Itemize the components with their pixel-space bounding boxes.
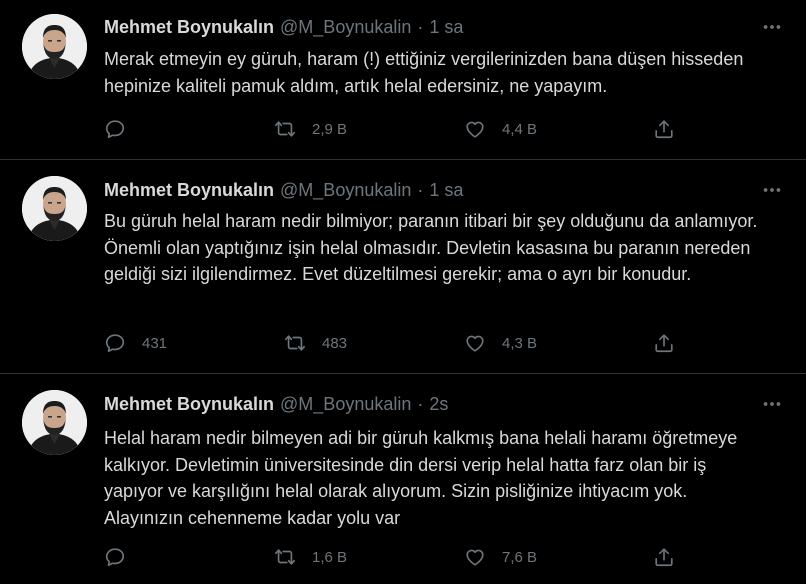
reply-icon xyxy=(104,332,126,354)
like-icon xyxy=(464,118,486,140)
tweet-text: Merak etmeyin ey güruh, haram (!) ettiği… xyxy=(104,49,744,96)
tweet-actions: 2,9 B 4,4 B xyxy=(104,114,704,144)
avatar[interactable] xyxy=(22,176,87,241)
profile-photo xyxy=(22,14,87,79)
timestamp[interactable]: 1 sa xyxy=(429,17,463,38)
more-icon[interactable] xyxy=(758,177,786,203)
retweet-icon xyxy=(274,546,296,568)
like-count: 4,3 B xyxy=(502,334,538,352)
reply-count: 431 xyxy=(142,334,168,352)
tweet-actions: 431 483 4,3 B xyxy=(104,328,704,358)
reply-button[interactable]: 431 xyxy=(104,328,167,358)
profile-photo xyxy=(22,390,87,455)
like-icon xyxy=(464,332,486,354)
reply-icon xyxy=(104,546,126,568)
like-button[interactable]: 7,6 B xyxy=(464,542,537,572)
author-handle[interactable]: @M_Boynukalin xyxy=(280,394,411,415)
retweet-count: 1,6 B xyxy=(312,548,348,566)
share-icon xyxy=(653,118,675,140)
tweet-2[interactable]: Mehmet Boynukalın @M_Boynukalin · 1 sa B… xyxy=(0,160,806,374)
author-name[interactable]: Mehmet Boynukalın xyxy=(104,394,274,415)
avatar[interactable] xyxy=(22,390,87,455)
tweet-header: Mehmet Boynukalın @M_Boynukalin · 1 sa xyxy=(104,14,786,40)
separator: · xyxy=(417,179,424,200)
avatar[interactable] xyxy=(22,14,87,79)
share-icon xyxy=(653,332,675,354)
author-handle[interactable]: @M_Boynukalin xyxy=(280,17,411,38)
tweet-header: Mehmet Boynukalın @M_Boynukalin · 1 sa xyxy=(104,177,786,203)
retweet-icon xyxy=(274,118,296,140)
share-icon xyxy=(653,546,675,568)
timestamp[interactable]: 2s xyxy=(429,394,448,415)
share-button[interactable] xyxy=(653,328,675,358)
reply-icon xyxy=(104,118,126,140)
more-icon[interactable] xyxy=(758,14,786,40)
reply-button[interactable] xyxy=(104,114,142,144)
more-icon[interactable] xyxy=(758,391,786,417)
share-button[interactable] xyxy=(653,542,675,572)
author-name[interactable]: Mehmet Boynukalın xyxy=(104,17,274,38)
retweet-button[interactable]: 2,9 B xyxy=(274,114,347,144)
separator: · xyxy=(417,393,424,414)
tweet-text: Bu güruh helal haram nedir bilmiyor; par… xyxy=(104,211,758,284)
profile-photo xyxy=(22,176,87,241)
retweet-count: 2,9 B xyxy=(312,120,348,138)
timestamp[interactable]: 1 sa xyxy=(429,180,463,201)
retweet-icon xyxy=(284,332,306,354)
tweet-text: Helal haram nedir bilmeyen adi bir güruh… xyxy=(104,428,738,528)
reply-button[interactable] xyxy=(104,542,142,572)
retweet-button[interactable]: 1,6 B xyxy=(274,542,347,572)
tweet-header: Mehmet Boynukalın @M_Boynukalin · 2s xyxy=(104,391,786,417)
retweet-count: 483 xyxy=(322,334,348,352)
author-name[interactable]: Mehmet Boynukalın xyxy=(104,180,274,201)
author-handle[interactable]: @M_Boynukalin xyxy=(280,180,411,201)
like-icon xyxy=(464,546,486,568)
tweet-3[interactable]: Mehmet Boynukalın @M_Boynukalin · 2s Hel… xyxy=(0,374,806,584)
like-count: 7,6 B xyxy=(502,548,538,566)
tweet-actions: 1,6 B 7,6 B xyxy=(104,542,704,572)
separator: · xyxy=(417,16,424,37)
share-button[interactable] xyxy=(653,114,675,144)
tweet-1[interactable]: Mehmet Boynukalın @M_Boynukalin · 1 sa M… xyxy=(0,0,806,160)
like-count: 4,4 B xyxy=(502,120,538,138)
retweet-button[interactable]: 483 xyxy=(284,328,347,358)
like-button[interactable]: 4,3 B xyxy=(464,328,537,358)
like-button[interactable]: 4,4 B xyxy=(464,114,537,144)
